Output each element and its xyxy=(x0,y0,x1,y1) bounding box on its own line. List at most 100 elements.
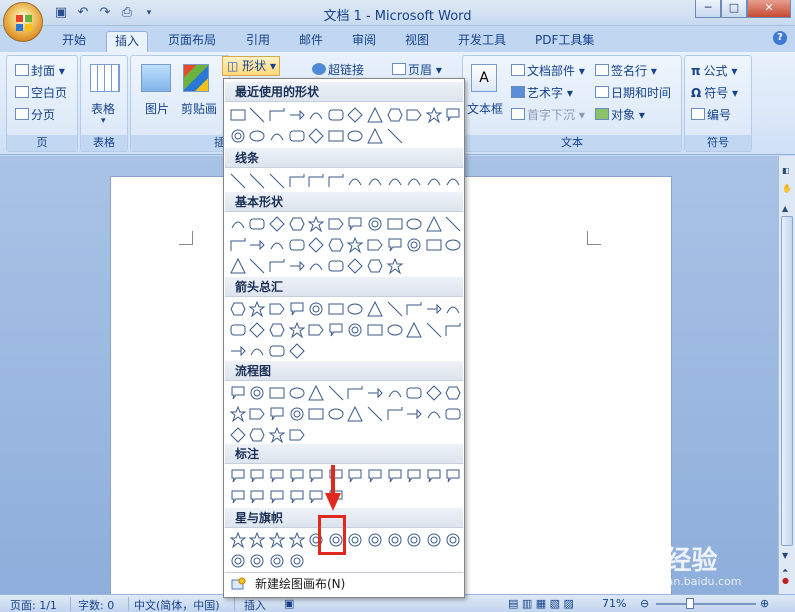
shape-item[interactable] xyxy=(326,403,346,424)
shape-item[interactable] xyxy=(346,125,366,146)
shape-item[interactable] xyxy=(346,170,366,191)
shape-item[interactable] xyxy=(248,298,268,319)
tab-pdf-tools[interactable]: PDF工具集 xyxy=(535,31,594,52)
shape-item[interactable] xyxy=(444,234,464,255)
shape-item[interactable] xyxy=(228,340,248,361)
tab-view[interactable]: 视图 xyxy=(405,31,429,52)
zoom-slider[interactable] xyxy=(656,603,756,605)
shape-item[interactable] xyxy=(228,382,248,403)
shape-item[interactable] xyxy=(424,298,444,319)
zoom-in-icon[interactable]: ⊕ xyxy=(760,597,769,610)
shape-item[interactable] xyxy=(267,465,287,486)
shape-item[interactable] xyxy=(444,382,464,403)
shape-item[interactable] xyxy=(287,255,307,276)
shape-item[interactable] xyxy=(404,465,424,486)
shape-item[interactable] xyxy=(287,465,307,486)
shape-item[interactable] xyxy=(424,403,444,424)
shape-item[interactable] xyxy=(267,486,287,507)
scroll-up-icon[interactable]: ▲ xyxy=(782,204,788,213)
shape-item[interactable] xyxy=(287,125,307,146)
shape-item[interactable] xyxy=(424,213,444,234)
shape-item[interactable] xyxy=(385,104,405,125)
shape-item[interactable] xyxy=(444,403,464,424)
shape-item[interactable] xyxy=(287,319,307,340)
help-icon[interactable]: ? xyxy=(773,31,787,45)
shape-item[interactable] xyxy=(267,319,287,340)
shape-item[interactable] xyxy=(385,382,405,403)
shape-item[interactable] xyxy=(365,319,385,340)
zoom-slider-thumb[interactable] xyxy=(686,598,694,609)
shape-item[interactable] xyxy=(424,465,444,486)
hand-icon[interactable]: ✋ xyxy=(782,184,792,193)
shape-item[interactable] xyxy=(228,529,248,550)
shape-item[interactable] xyxy=(346,529,366,550)
shape-item[interactable] xyxy=(228,403,248,424)
shape-item[interactable] xyxy=(385,213,405,234)
shape-item[interactable] xyxy=(267,403,287,424)
shape-item[interactable] xyxy=(228,465,248,486)
table-button[interactable]: 表格 xyxy=(91,100,115,117)
minimize-button[interactable]: ─ xyxy=(695,0,721,18)
shape-item[interactable] xyxy=(385,234,405,255)
shape-item[interactable] xyxy=(267,550,287,571)
shape-item[interactable] xyxy=(248,213,268,234)
tab-insert[interactable]: 插入 xyxy=(106,31,149,52)
shape-item[interactable] xyxy=(424,382,444,403)
shape-item[interactable] xyxy=(228,255,248,276)
shape-item[interactable] xyxy=(287,340,307,361)
shape-item[interactable] xyxy=(365,529,385,550)
shape-item[interactable] xyxy=(228,213,248,234)
quick-parts-button[interactable]: 文档部件 ▾ xyxy=(511,62,585,79)
shape-item[interactable] xyxy=(248,170,268,191)
shape-item[interactable] xyxy=(404,403,424,424)
clipart-button[interactable]: 剪贴画 xyxy=(181,100,217,117)
shape-item[interactable] xyxy=(326,104,346,125)
tab-mailings[interactable]: 邮件 xyxy=(299,31,323,52)
shape-item[interactable] xyxy=(248,125,268,146)
status-language[interactable]: 中文(简体，中国) xyxy=(134,597,220,612)
shape-item[interactable] xyxy=(365,298,385,319)
zoom-level[interactable]: 71% xyxy=(602,597,626,610)
shape-item[interactable] xyxy=(287,550,307,571)
shape-item[interactable] xyxy=(267,104,287,125)
shape-item[interactable] xyxy=(404,298,424,319)
shape-item[interactable] xyxy=(248,104,268,125)
shape-item[interactable] xyxy=(228,234,248,255)
shape-item[interactable] xyxy=(306,213,326,234)
picture-button[interactable]: 图片 xyxy=(145,100,169,117)
shape-item[interactable] xyxy=(326,125,346,146)
textbox-button[interactable]: 文本框 xyxy=(467,100,503,117)
shape-item[interactable] xyxy=(385,319,405,340)
shape-item[interactable] xyxy=(267,255,287,276)
shape-item[interactable] xyxy=(267,382,287,403)
shape-item[interactable] xyxy=(385,403,405,424)
shape-item[interactable] xyxy=(306,234,326,255)
shape-item[interactable] xyxy=(228,319,248,340)
office-button[interactable] xyxy=(3,2,43,42)
shape-item[interactable] xyxy=(404,319,424,340)
equation-button[interactable]: π 公式 ▾ xyxy=(691,62,737,79)
shape-item[interactable] xyxy=(248,234,268,255)
shape-item[interactable] xyxy=(248,319,268,340)
shape-item[interactable] xyxy=(365,403,385,424)
macro-record-icon[interactable]: ▣ xyxy=(284,597,294,610)
shape-item[interactable] xyxy=(228,170,248,191)
shape-item[interactable] xyxy=(404,104,424,125)
shape-item[interactable] xyxy=(404,382,424,403)
shape-item[interactable] xyxy=(287,424,307,445)
shape-item[interactable] xyxy=(326,298,346,319)
shape-item[interactable] xyxy=(385,529,405,550)
shape-item[interactable] xyxy=(267,298,287,319)
shape-item[interactable] xyxy=(346,213,366,234)
shape-item[interactable] xyxy=(444,529,464,550)
shape-item[interactable] xyxy=(424,319,444,340)
shape-item[interactable] xyxy=(267,234,287,255)
shape-item[interactable] xyxy=(346,403,366,424)
shape-item[interactable] xyxy=(248,382,268,403)
wordart-button[interactable]: 艺术字 ▾ xyxy=(511,84,573,101)
shape-item[interactable] xyxy=(346,234,366,255)
cover-page-button[interactable]: 封面 ▾ xyxy=(15,62,65,79)
shape-item[interactable] xyxy=(424,529,444,550)
tab-developer[interactable]: 开发工具 xyxy=(458,31,506,52)
shape-item[interactable] xyxy=(248,529,268,550)
